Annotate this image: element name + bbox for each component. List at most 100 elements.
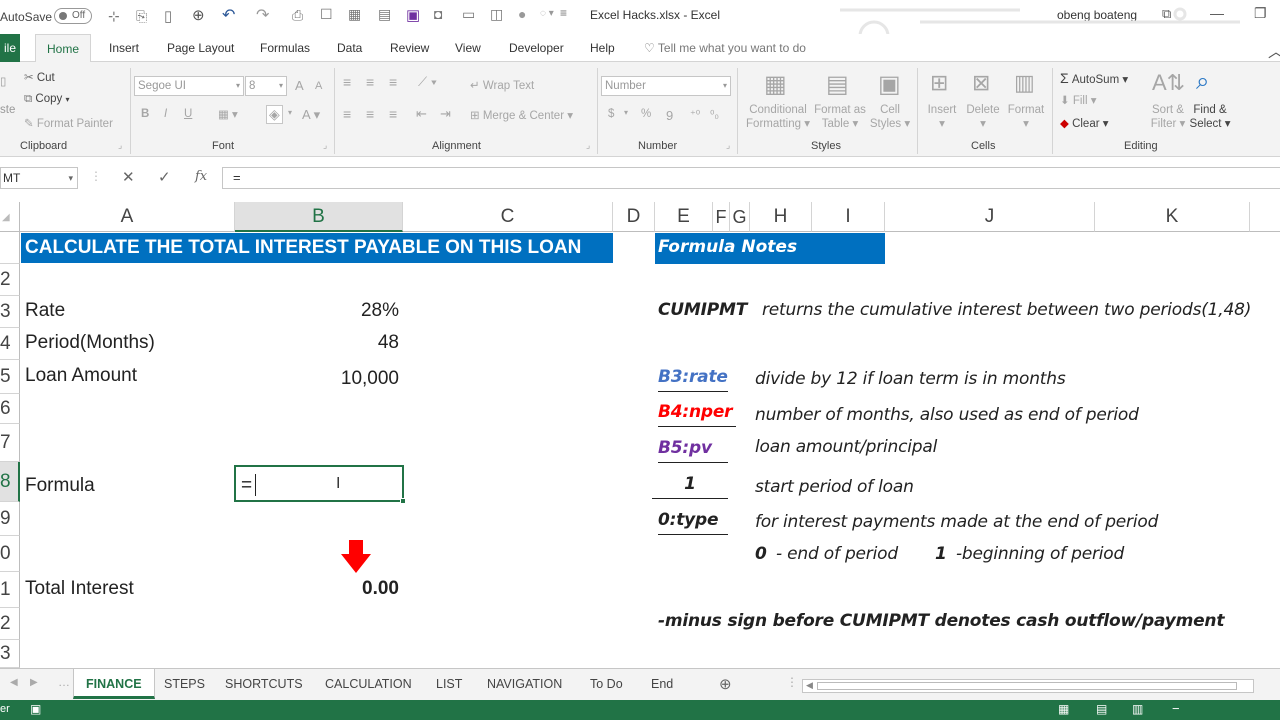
font-launcher-icon[interactable]: ⌟ xyxy=(323,140,327,151)
percent-button[interactable]: % xyxy=(641,108,651,120)
wrap-text-button[interactable]: ↵ Wrap Text xyxy=(470,78,534,92)
column-header-b[interactable]: B xyxy=(235,202,403,232)
format-table-icon[interactable]: ▤ xyxy=(826,70,849,99)
align-left-icon[interactable]: ≡ xyxy=(343,106,351,122)
merge-center-button[interactable]: ⊞ Merge & Center ▾ xyxy=(470,108,573,122)
column-header-c[interactable]: C xyxy=(403,202,613,232)
touch-mode-icon[interactable]: ⊹ xyxy=(108,8,120,25)
sort-filter-button[interactable]: Sort & Filter ▾ xyxy=(1148,104,1188,130)
italic-button[interactable]: I xyxy=(164,108,167,120)
insert-cells-icon[interactable]: ⊞ xyxy=(930,70,948,96)
row-header[interactable]: 3 xyxy=(0,640,20,668)
file-icon[interactable]: ▯ xyxy=(164,7,172,25)
redo-icon[interactable]: ↷ xyxy=(256,5,269,25)
tab-view[interactable]: View xyxy=(453,34,483,62)
align-right-icon[interactable]: ≡ xyxy=(389,106,397,122)
grid-icon[interactable]: ▤ xyxy=(378,6,391,23)
row-header-1[interactable] xyxy=(0,232,20,264)
row-header[interactable]: 0 xyxy=(0,536,20,572)
column-header-i[interactable]: I xyxy=(812,202,885,232)
circle-icon[interactable]: ● xyxy=(518,6,526,22)
shrink-font-icon[interactable]: A xyxy=(315,80,322,92)
orientation-icon[interactable]: ⟋ ▾ xyxy=(418,74,437,90)
sheet-tab-finance[interactable]: FINANCE xyxy=(73,669,155,699)
tab-splitter-icon[interactable]: ⋮ xyxy=(786,675,798,689)
more-icon[interactable]: ◌ ▾ xyxy=(540,8,554,19)
decrease-indent-icon[interactable]: ⇤ xyxy=(416,106,427,122)
decrease-decimal-icon[interactable]: ⁰₀ xyxy=(710,108,719,121)
fill-dropdown-icon[interactable]: ▾ xyxy=(288,108,292,117)
sheet-tab-calculation[interactable]: CALCULATION xyxy=(319,669,418,699)
insert-function-icon[interactable]: fx xyxy=(195,169,207,184)
sheet-tab-list[interactable]: LIST xyxy=(430,669,468,699)
tab-developer[interactable]: Developer xyxy=(507,34,566,62)
row-header[interactable]: 1 xyxy=(0,572,20,608)
conditional-formatting-button[interactable]: Conditional Formatting ▾ xyxy=(746,104,810,130)
column-header-f[interactable]: F xyxy=(713,202,730,232)
name-box[interactable]: MT ▾ xyxy=(0,167,78,189)
cell-styles-button[interactable]: Cell Styles ▾ xyxy=(868,104,912,130)
spell-icon[interactable]: ☐ xyxy=(320,6,333,23)
copy-button[interactable]: ⧉ Copy ▾ xyxy=(24,93,70,106)
hscroll-thumb[interactable] xyxy=(817,682,1237,690)
top-align-icon[interactable]: ≡ xyxy=(343,74,351,90)
format-cells-button[interactable]: Format ▾ xyxy=(1006,104,1046,130)
number-launcher-icon[interactable]: ⌟ xyxy=(726,140,730,151)
sheet-tab-todo[interactable]: To Do xyxy=(584,669,629,699)
new-sheet-icon[interactable]: ⊕ xyxy=(719,675,732,693)
confirm-entry-icon[interactable]: ✓ xyxy=(158,168,171,186)
clear-button[interactable]: ◆ Clear ▾ xyxy=(1060,116,1109,130)
format-cells-icon[interactable]: ▥ xyxy=(1014,70,1035,96)
column-header-a[interactable]: A xyxy=(20,202,235,232)
tab-formulas[interactable]: Formulas xyxy=(258,34,312,62)
period-value[interactable]: 48 xyxy=(300,332,399,354)
zoom-in-icon[interactable]: ⊕ xyxy=(192,6,205,24)
collapse-ribbon-icon[interactable]: ︿ xyxy=(1268,38,1280,62)
cell-styles-icon[interactable]: ▣ xyxy=(878,70,901,99)
tab-help[interactable]: Help xyxy=(588,34,617,62)
underline-button[interactable]: U xyxy=(184,108,192,120)
tab-review[interactable]: Review xyxy=(388,34,431,62)
borders-icon[interactable]: ▦ ▾ xyxy=(218,107,238,121)
column-header-next[interactable] xyxy=(1250,202,1280,232)
number-format-combo[interactable]: Number ▾ xyxy=(601,76,731,96)
cut-button[interactable]: ✂ Cut xyxy=(24,70,55,84)
column-header-h[interactable]: H xyxy=(750,202,812,232)
sheet-tab-steps[interactable]: STEPS xyxy=(158,669,211,699)
column-header-d[interactable]: D xyxy=(613,202,655,232)
sheet-tab-end[interactable]: End xyxy=(645,669,679,699)
select-all-corner[interactable]: ◢ xyxy=(0,202,20,232)
customize-icon[interactable]: ≡ xyxy=(560,6,567,20)
active-cell-b8[interactable]: = I xyxy=(234,465,406,504)
font-size-combo[interactable]: 8 ▾ xyxy=(245,76,287,96)
column-header-g[interactable]: G xyxy=(730,202,750,232)
save-icon[interactable]: ▣ xyxy=(406,6,420,24)
middle-align-icon[interactable]: ≡ xyxy=(366,74,374,90)
format-as-table-button[interactable]: Format as Table ▾ xyxy=(812,104,868,130)
sheet-tab-shortcuts[interactable]: SHORTCUTS xyxy=(219,669,309,699)
splitter-icon[interactable]: ⋮ xyxy=(90,169,102,183)
loan-value[interactable]: 10,000 xyxy=(300,368,399,390)
horizontal-scrollbar[interactable]: ◀ xyxy=(802,679,1254,693)
fill-color-icon[interactable]: ◈ xyxy=(266,105,283,124)
row-header[interactable]: 3 xyxy=(0,296,20,328)
delete-cells-button[interactable]: Delete ▾ xyxy=(966,104,1000,130)
find-select-button[interactable]: Find & Select ▾ xyxy=(1188,104,1232,130)
font-color-icon[interactable]: A ▾ xyxy=(302,107,320,123)
screen-icon[interactable]: ▭ xyxy=(462,6,475,23)
sort-filter-icon[interactable]: A⇅ xyxy=(1152,70,1185,96)
column-header-e[interactable]: E xyxy=(655,202,713,232)
page-break-view-icon[interactable]: ▥ xyxy=(1132,702,1143,716)
cancel-entry-icon[interactable]: ✕ xyxy=(122,168,135,186)
tab-page-layout[interactable]: Page Layout xyxy=(165,34,236,62)
fill-handle[interactable] xyxy=(400,498,406,504)
row-header[interactable]: 2 xyxy=(0,264,20,296)
increase-indent-icon[interactable]: ⇥ xyxy=(440,106,451,122)
find-select-icon[interactable]: ⌕ xyxy=(1196,68,1209,96)
bold-button[interactable]: B xyxy=(141,108,149,120)
increase-decimal-icon[interactable]: ⁺⁰ xyxy=(690,108,700,121)
autosum-button[interactable]: Σ AutoSum ▾ xyxy=(1060,70,1128,86)
macro-record-icon[interactable]: ▣ xyxy=(30,702,41,716)
print-preview-icon[interactable]: ⎘ xyxy=(136,8,147,25)
autosave-toggle[interactable]: Off xyxy=(54,8,92,24)
